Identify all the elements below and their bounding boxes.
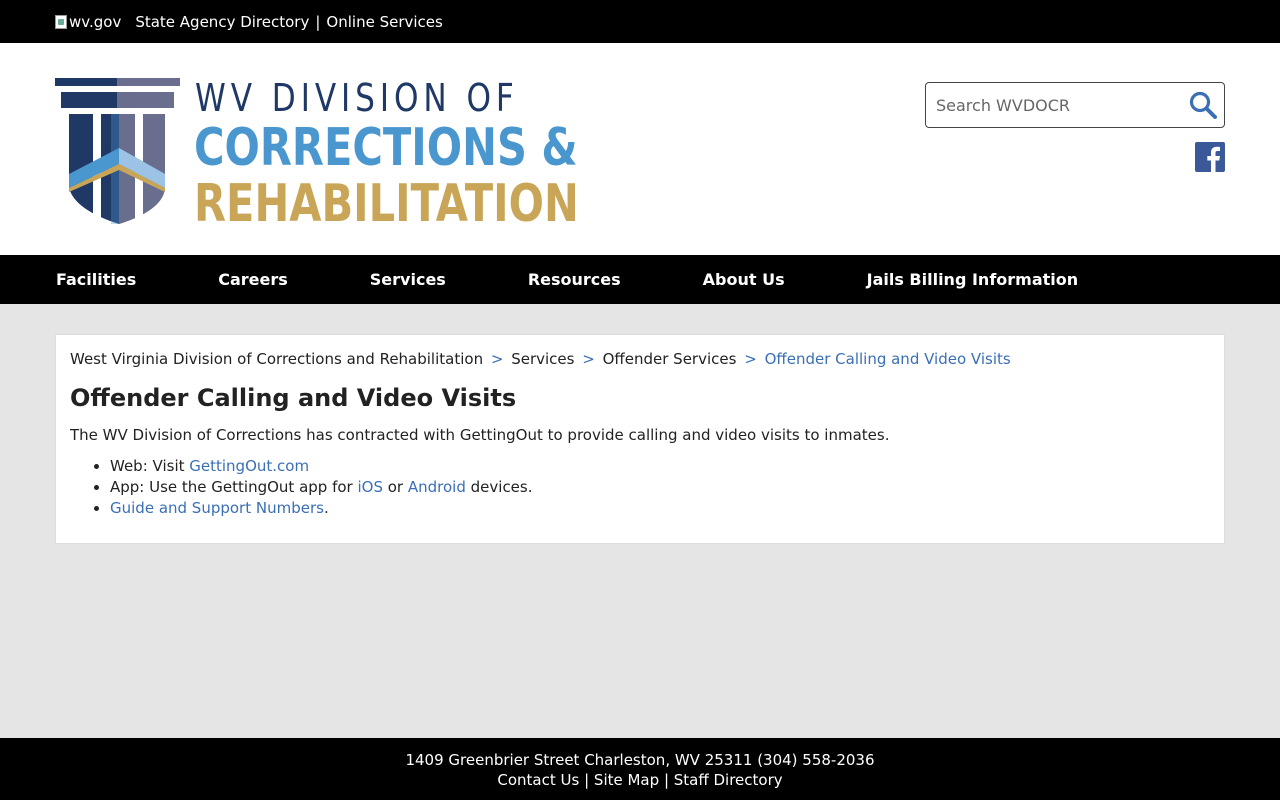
list-item-guide: Guide and Support Numbers.: [110, 498, 1210, 519]
search-button[interactable]: [1188, 90, 1218, 120]
agency-logo-link[interactable]: WV DIVISION OF CORRECTIONS & REHABILITAT…: [55, 76, 579, 232]
footer-site-map-link[interactable]: Site Map: [594, 771, 659, 789]
footer-contact-us-link[interactable]: Contact Us: [497, 771, 579, 789]
state-agency-directory-link[interactable]: State Agency Directory: [135, 13, 309, 31]
facebook-icon: [1195, 142, 1225, 172]
page-title: Offender Calling and Video Visits: [70, 384, 517, 412]
app-suffix: devices.: [465, 478, 533, 496]
footer-separator: |: [663, 771, 669, 789]
breadcrumb-separator: >: [490, 350, 504, 368]
nav-resources[interactable]: Resources: [528, 270, 621, 289]
search-input[interactable]: [936, 83, 1186, 127]
wvgov-logo-link[interactable]: wv.gov: [55, 13, 121, 31]
wvgov-alt-text: wv.gov: [69, 12, 122, 31]
content-panel: West Virginia Division of Corrections an…: [55, 334, 1225, 544]
nav-about-us[interactable]: About Us: [703, 270, 785, 289]
gettingout-link[interactable]: GettingOut.com: [189, 457, 309, 475]
app-prefix: App: Use the GettingOut app for: [110, 478, 358, 496]
list-item-web: Web: Visit GettingOut.com: [110, 456, 1210, 477]
logo-text-line3: REHABILITATION: [194, 174, 579, 234]
broken-image-icon: [55, 14, 67, 29]
nav-careers[interactable]: Careers: [218, 270, 288, 289]
breadcrumb-separator: >: [582, 350, 595, 368]
footer-separator: |: [584, 771, 590, 789]
online-services-link[interactable]: Online Services: [326, 13, 442, 31]
site-header: WV DIVISION OF CORRECTIONS & REHABILITAT…: [0, 43, 1280, 255]
guide-suffix: .: [323, 499, 329, 517]
search-icon: [1189, 91, 1217, 119]
nav-jails-billing-information[interactable]: Jails Billing Information: [867, 270, 1079, 289]
top-bar: wv.gov State Agency Directory | Online S…: [0, 0, 1280, 43]
breadcrumb-current: Offender Calling and Video Visits: [764, 350, 1011, 368]
breadcrumb-offender-services[interactable]: Offender Services: [603, 350, 737, 368]
list-item-app: App: Use the GettingOut app for iOS or A…: [110, 477, 1210, 498]
site-footer: 1409 Greenbrier Street Charleston, WV 25…: [0, 738, 1280, 800]
guide-support-link[interactable]: Guide and Support Numbers: [110, 499, 324, 517]
logo-text-line2: CORRECTIONS &: [194, 118, 578, 178]
logo-text-line1: WV DIVISION OF: [195, 76, 519, 120]
app-or: or: [382, 478, 408, 496]
intro-text: The WV Division of Corrections has contr…: [70, 426, 890, 444]
nav-services[interactable]: Services: [370, 270, 446, 289]
footer-links: Contact Us | Site Map | Staff Directory: [0, 770, 1280, 790]
breadcrumb-separator: >: [744, 350, 757, 368]
breadcrumb: West Virginia Division of Corrections an…: [70, 350, 1210, 368]
web-prefix: Web: Visit: [110, 457, 190, 475]
footer-address: 1409 Greenbrier Street Charleston, WV 25…: [405, 751, 875, 769]
breadcrumb-home[interactable]: West Virginia Division of Corrections an…: [70, 350, 483, 368]
info-list: Web: Visit GettingOut.com App: Use the G…: [110, 456, 1210, 519]
topbar-separator: |: [315, 12, 321, 31]
search-box: [925, 82, 1225, 128]
facebook-link[interactable]: [1195, 142, 1225, 172]
nav-facilities[interactable]: Facilities: [56, 270, 136, 289]
ios-link[interactable]: iOS: [357, 478, 383, 496]
breadcrumb-services[interactable]: Services: [511, 350, 574, 368]
footer-staff-directory-link[interactable]: Staff Directory: [674, 771, 783, 789]
android-link[interactable]: Android: [408, 478, 466, 496]
column-emblem-icon: [55, 78, 180, 224]
main-nav: Facilities Careers Services Resources Ab…: [0, 255, 1280, 304]
